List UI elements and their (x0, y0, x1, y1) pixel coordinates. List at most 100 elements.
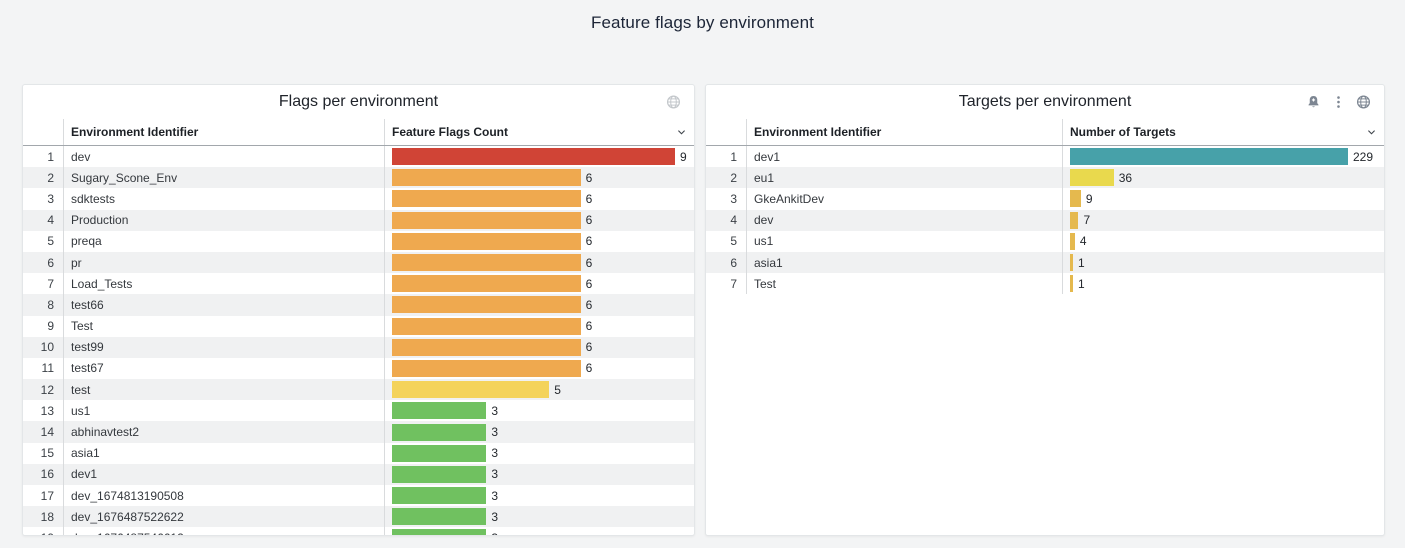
environment-name: GkeAnkitDev (746, 188, 1062, 209)
table-row: 6asia11 (706, 252, 1384, 273)
globe-icon[interactable] (1356, 95, 1371, 110)
environment-name: dev_1676487546612 (63, 527, 384, 535)
environment-name: Load_Tests (63, 273, 384, 294)
row-index: 3 (23, 192, 63, 206)
value-bar (392, 466, 486, 483)
globe-icon[interactable] (666, 95, 681, 110)
row-index: 17 (23, 489, 63, 503)
row-index: 14 (23, 425, 63, 439)
value-label: 6 (586, 171, 593, 185)
bell-plus-icon[interactable] (1306, 95, 1321, 110)
panel-header: Flags per environment (23, 85, 694, 119)
column-header-environment-identifier[interactable]: Environment Identifier (746, 119, 1062, 145)
value-bar (392, 275, 581, 292)
value-bar (392, 212, 581, 229)
environment-name: dev1 (746, 146, 1062, 167)
row-index: 9 (23, 319, 63, 333)
environment-name: Test (63, 316, 384, 337)
panel-targets-per-environment: Targets per environment Environment Iden… (705, 84, 1385, 536)
bar-cell: 6 (384, 210, 694, 231)
environment-name: asia1 (63, 443, 384, 464)
value-label: 6 (586, 361, 593, 375)
row-index: 1 (23, 150, 63, 164)
environment-name: dev (746, 210, 1062, 231)
row-index: 2 (706, 171, 746, 185)
value-label: 3 (491, 446, 498, 460)
table-row: 1dev1229 (706, 146, 1384, 167)
table-row: 8test666 (23, 294, 694, 315)
table-row: 17dev_16748131905083 (23, 485, 694, 506)
row-index: 6 (706, 256, 746, 270)
bar-cell: 3 (384, 443, 694, 464)
column-header-number-of-targets[interactable]: Number of Targets (1062, 119, 1384, 145)
table-row: 13us13 (23, 400, 694, 421)
row-index: 13 (23, 404, 63, 418)
chevron-down-icon[interactable] (676, 127, 687, 138)
value-bar (392, 233, 581, 250)
environment-name: pr (63, 252, 384, 273)
row-index: 3 (706, 192, 746, 206)
row-index: 19 (23, 531, 63, 535)
bar-cell: 1 (1062, 252, 1384, 273)
row-index: 6 (23, 256, 63, 270)
row-index: 16 (23, 467, 63, 481)
table-row: 3sdktests6 (23, 188, 694, 209)
environment-name: dev_1676487522622 (63, 506, 384, 527)
row-index: 8 (23, 298, 63, 312)
value-bar (1070, 212, 1078, 229)
panel-title[interactable]: Targets per environment (959, 93, 1132, 111)
page-title: Feature flags by environment (0, 0, 1405, 33)
environment-name: preqa (63, 231, 384, 252)
row-index: 7 (706, 277, 746, 291)
value-bar (392, 169, 581, 186)
table-row: 11test676 (23, 358, 694, 379)
value-bar (392, 445, 486, 462)
value-label: 7 (1083, 213, 1090, 227)
value-label: 6 (586, 213, 593, 227)
environment-name: asia1 (746, 252, 1062, 273)
environment-name: dev1 (63, 464, 384, 485)
table-row: 5us14 (706, 231, 1384, 252)
table-row: 6pr6 (23, 252, 694, 273)
panel-flags-per-environment: Flags per environment Environment Identi… (22, 84, 695, 536)
value-bar (392, 360, 581, 377)
value-label: 5 (554, 383, 561, 397)
bar-cell: 3 (384, 485, 694, 506)
bar-cell: 6 (384, 231, 694, 252)
bar-cell: 36 (1062, 167, 1384, 188)
value-bar (392, 339, 581, 356)
table-header: Environment Identifier Number of Targets (706, 119, 1384, 146)
value-bar (392, 508, 486, 525)
column-header-feature-flags-count[interactable]: Feature Flags Count (384, 119, 694, 145)
table-row: 7Load_Tests6 (23, 273, 694, 294)
environment-name: test99 (63, 337, 384, 358)
row-index: 4 (706, 213, 746, 227)
table-row: 15asia1 3 (23, 443, 694, 464)
value-label: 36 (1119, 171, 1132, 185)
chevron-down-icon[interactable] (1366, 127, 1377, 138)
bar-cell: 6 (384, 252, 694, 273)
kebab-menu-icon[interactable] (1331, 95, 1346, 110)
column-header-environment-identifier[interactable]: Environment Identifier (63, 119, 384, 145)
value-bar (1070, 190, 1081, 207)
bar-cell: 9 (384, 146, 694, 167)
value-bar (392, 318, 581, 335)
table-header: Environment Identifier Feature Flags Cou… (23, 119, 694, 146)
value-label: 6 (586, 234, 593, 248)
row-index: 15 (23, 446, 63, 460)
environment-name: sdktests (63, 188, 384, 209)
value-bar (392, 254, 581, 271)
bar-cell: 3 (384, 527, 694, 535)
row-index: 1 (706, 150, 746, 164)
row-index: 18 (23, 510, 63, 524)
environment-name: dev (63, 146, 384, 167)
row-index: 2 (23, 171, 63, 185)
table-row: 7Test1 (706, 273, 1384, 294)
bar-cell: 6 (384, 188, 694, 209)
bar-cell: 3 (384, 421, 694, 442)
value-bar (392, 296, 581, 313)
bar-cell: 6 (384, 273, 694, 294)
value-bar (1070, 275, 1073, 292)
value-label: 4 (1080, 234, 1087, 248)
panel-title[interactable]: Flags per environment (279, 93, 438, 111)
